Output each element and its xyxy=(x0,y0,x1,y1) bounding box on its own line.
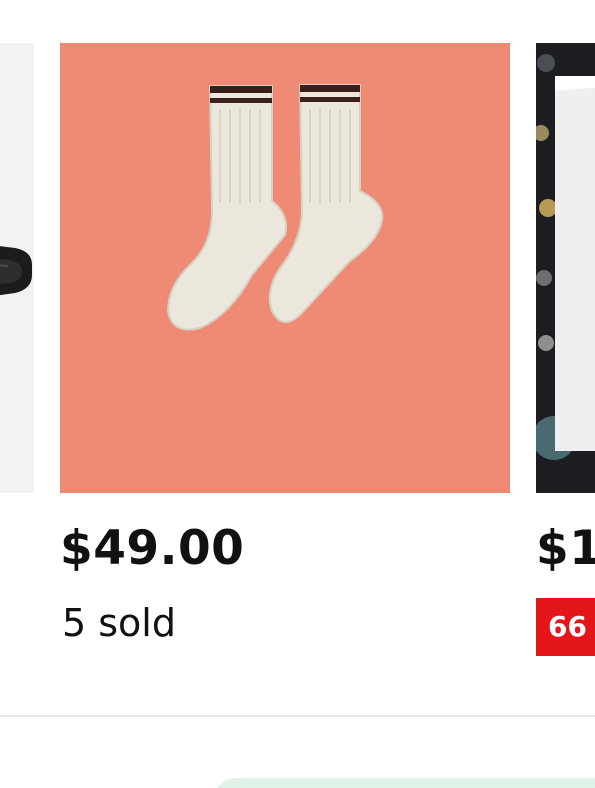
belt-image xyxy=(0,43,34,493)
product-price-right: $1 xyxy=(536,521,595,576)
divider xyxy=(0,715,595,717)
bottom-pill[interactable] xyxy=(215,778,595,788)
product-feed: $49.00 5 sold $1 66 xyxy=(0,0,595,788)
sold-count: 5 sold xyxy=(62,601,176,645)
product-image-right[interactable] xyxy=(536,43,595,493)
product-image-left[interactable] xyxy=(0,43,34,493)
product-image[interactable] xyxy=(60,43,510,493)
discount-badge: 66 xyxy=(536,598,595,656)
socks-image xyxy=(60,43,510,493)
discount-label: 66 xyxy=(548,610,587,643)
decor-image xyxy=(536,43,595,493)
product-price: $49.00 xyxy=(60,521,244,576)
